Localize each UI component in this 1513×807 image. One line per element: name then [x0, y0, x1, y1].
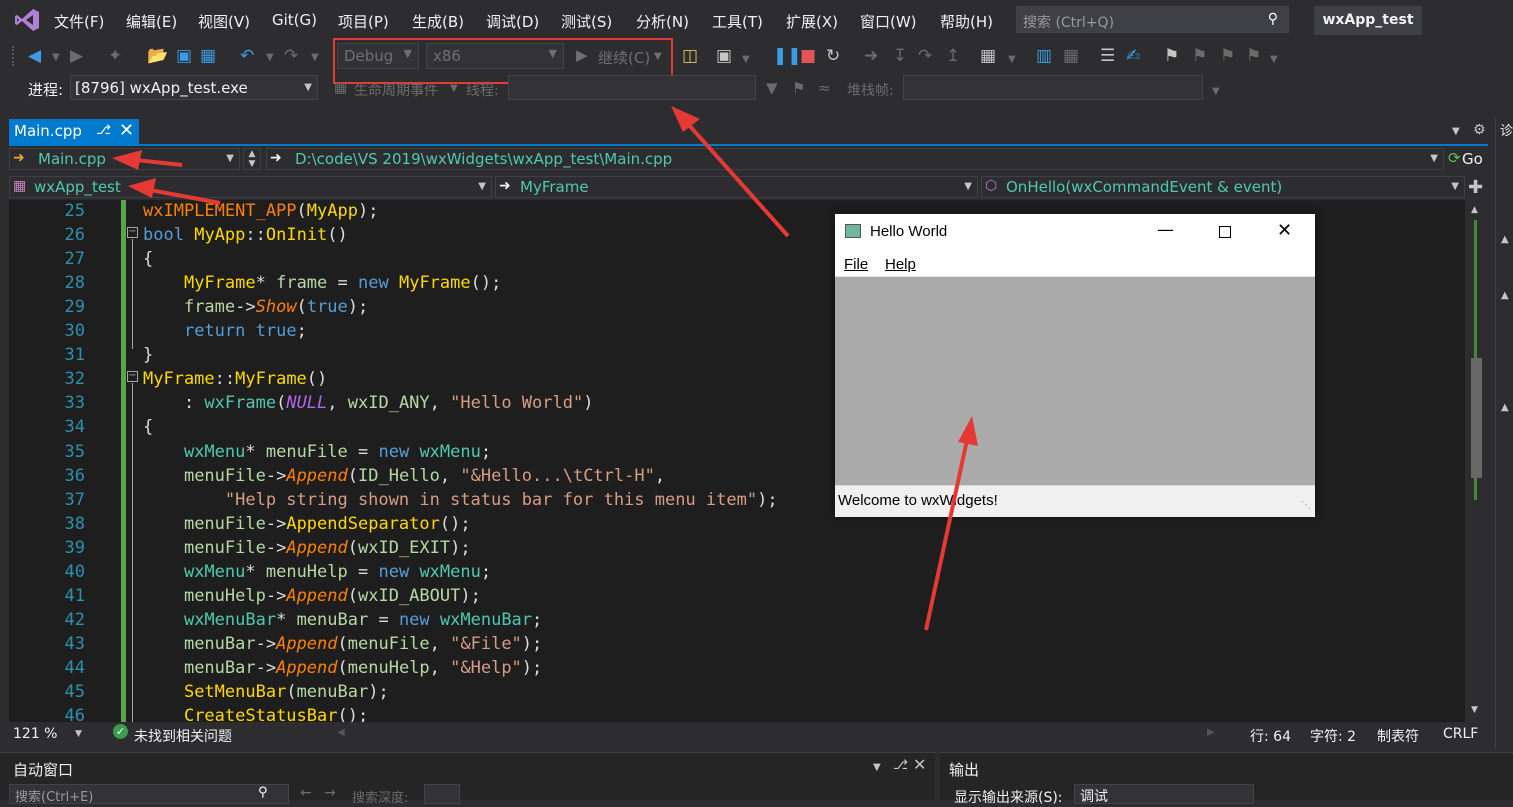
annotation-arrows [112, 106, 978, 631]
red-arrow [128, 178, 221, 205]
red-arrow [924, 416, 978, 631]
red-arrow [671, 106, 790, 238]
red-arrow [112, 150, 183, 170]
